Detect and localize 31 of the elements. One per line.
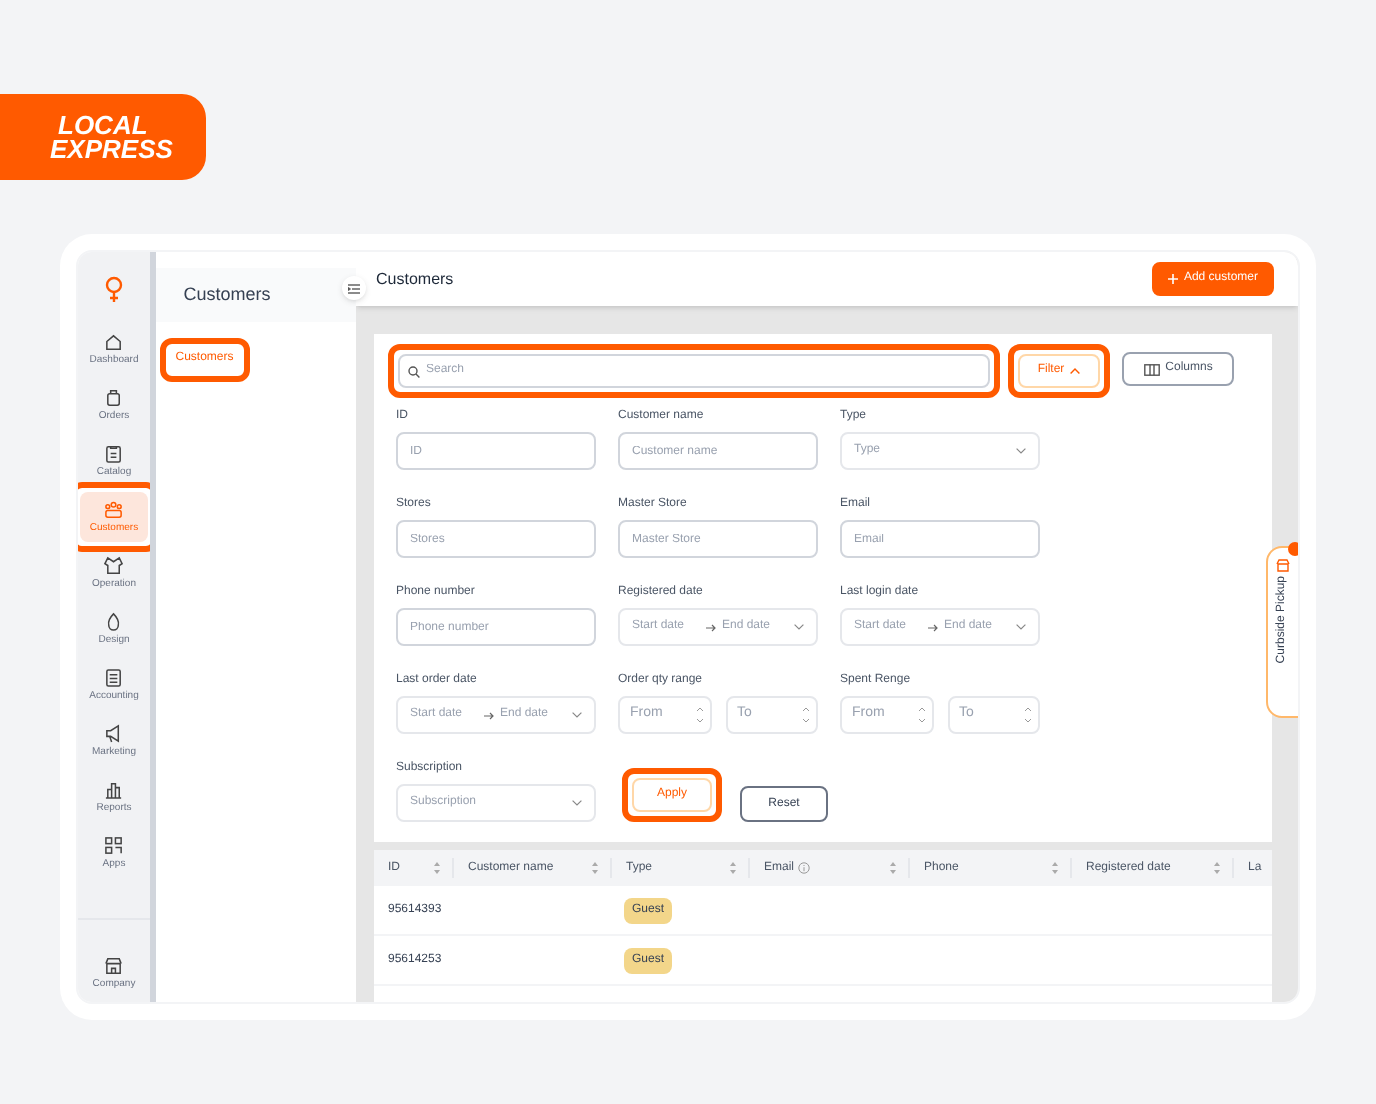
clipboard-icon — [104, 444, 124, 464]
people-icon — [104, 500, 124, 520]
chevron-down-icon — [572, 712, 582, 718]
submenu-title: Customers — [183, 281, 271, 308]
caret-icon — [1070, 368, 1081, 374]
page-title: Customers — [376, 267, 454, 291]
chevron-down-icon — [1016, 624, 1026, 630]
store-icon — [104, 956, 124, 976]
info-icon — [798, 862, 811, 874]
collapse-icon — [348, 283, 360, 293]
plus-icon — [1167, 274, 1178, 284]
home-icon — [104, 332, 124, 352]
bag-icon — [104, 388, 124, 408]
grid-icon — [104, 836, 124, 856]
shirt-icon — [104, 556, 124, 576]
logo-text: EXPRESS — [50, 137, 173, 161]
megaphone-icon — [104, 724, 124, 744]
chevron-down-icon — [572, 800, 582, 806]
bar-chart-icon — [104, 780, 124, 800]
logo-icon — [104, 276, 124, 304]
drop-icon — [104, 612, 124, 632]
store-icon — [1276, 558, 1290, 572]
arrow-right-icon — [928, 623, 938, 631]
search-icon — [408, 365, 420, 378]
columns-icon — [1143, 363, 1160, 375]
document-icon — [104, 668, 124, 688]
arrow-right-icon — [706, 623, 716, 631]
chevron-down-icon — [794, 624, 804, 630]
chevron-down-icon — [1016, 448, 1026, 454]
logo-text: LOCAL — [56, 113, 148, 137]
arrow-right-icon — [484, 711, 494, 719]
